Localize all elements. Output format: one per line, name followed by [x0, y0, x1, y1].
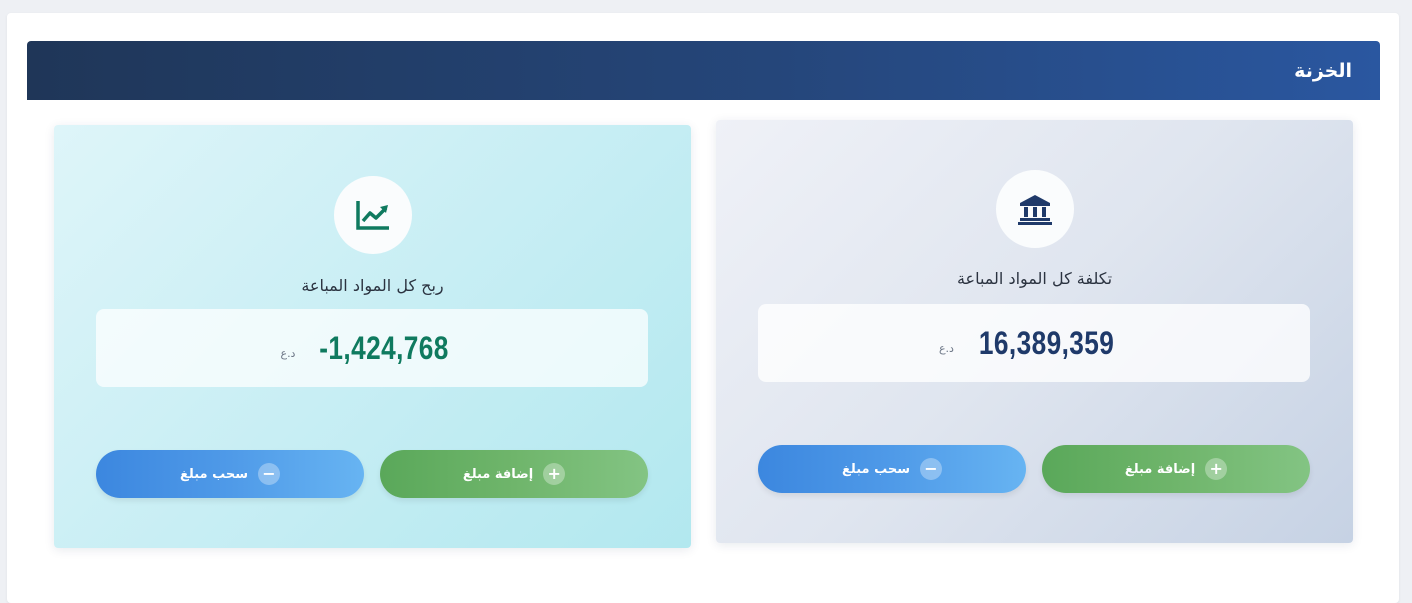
cost-withdraw-amount-label: سحب مبلغ	[842, 461, 910, 477]
cost-withdraw-amount-button[interactable]: − سحب مبلغ	[758, 445, 1026, 493]
profit-value-box: د.ع -1,424,768	[96, 309, 648, 387]
cost-currency: د.ع	[938, 341, 954, 355]
cost-add-amount-label: إضافة مبلغ	[1124, 461, 1196, 477]
profit-card-label: ربح كل المواد المباعة	[301, 276, 444, 295]
profit-add-amount-label: إضافة مبلغ	[462, 466, 534, 482]
plus-icon: +	[543, 463, 566, 485]
cost-amount: 16,389,359	[978, 324, 1115, 361]
plus-icon: +	[1205, 458, 1228, 480]
cost-value-box: د.ع 16,389,359	[758, 304, 1310, 382]
profit-withdraw-amount-label: سحب مبلغ	[180, 466, 248, 482]
chart-line-icon-circle	[333, 176, 412, 254]
profit-currency: د.ع	[280, 346, 296, 360]
profit-amount: -1,424,768	[319, 329, 450, 366]
profit-withdraw-amount-button[interactable]: − سحب مبلغ	[96, 450, 364, 498]
profit-card: ربح كل المواد المباعة د.ع -1,424,768 + إ…	[54, 125, 691, 548]
minus-icon: −	[920, 458, 942, 480]
treasury-header: الخزنة	[27, 41, 1380, 100]
page-title: الخزنة	[1294, 59, 1352, 82]
profit-add-amount-button[interactable]: + إضافة مبلغ	[380, 450, 648, 498]
minus-icon: −	[258, 463, 280, 485]
bank-icon-circle	[995, 170, 1074, 248]
cost-card: تكلفة كل المواد المباعة د.ع 16,389,359 +…	[716, 120, 1353, 543]
bank-icon	[1017, 195, 1052, 225]
chart-line-icon	[355, 201, 389, 230]
cost-add-amount-button[interactable]: + إضافة مبلغ	[1042, 445, 1310, 493]
cost-card-label: تكلفة كل المواد المباعة	[956, 269, 1113, 288]
